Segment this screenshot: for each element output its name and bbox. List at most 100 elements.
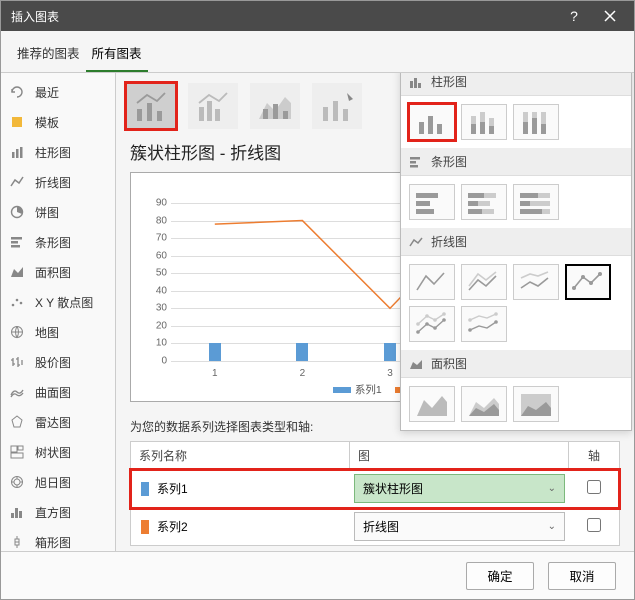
titlebar: 插入图表 ? [1, 1, 634, 31]
sidebar-item-radar[interactable]: 雷达图 [1, 407, 115, 437]
combo-subtype-custom[interactable] [312, 83, 362, 129]
sidebar-item-map[interactable]: 地图 [1, 317, 115, 347]
picker-section-label: 折线图 [431, 233, 467, 250]
sidebar-item-area[interactable]: 面积图 [1, 257, 115, 287]
series-swatch [141, 520, 149, 534]
picker-thumb-100-stacked-column[interactable] [513, 104, 559, 140]
series-type-select-2[interactable]: 折线图⌄ [354, 512, 565, 541]
combo-subtype-3[interactable] [250, 83, 300, 129]
sidebar-item-label: X Y 散点图 [35, 294, 93, 311]
sidebar-item-surface[interactable]: 曲面图 [1, 377, 115, 407]
sidebar-item-histogram[interactable]: 直方图 [1, 497, 115, 527]
sidebar-item-label: 树状图 [35, 444, 71, 461]
close-button[interactable] [592, 1, 628, 31]
template-icon [9, 114, 25, 130]
series-secondary-axis-checkbox-1[interactable] [587, 480, 601, 494]
area-icon [409, 358, 423, 370]
sidebar-item-bar[interactable]: 条形图 [1, 227, 115, 257]
line-icon [9, 174, 25, 190]
category-sidebar: 最近 模板 柱形图 折线图 饼图 条形图 面积图 X Y 散点图 地图 股价图 … [1, 73, 116, 551]
sidebar-item-label: 股价图 [35, 354, 71, 371]
window-title: 插入图表 [7, 8, 556, 25]
insert-chart-dialog: 插入图表 ? 推荐的图表 所有图表 最近 模板 柱形图 折线图 饼图 条形图 面… [0, 0, 635, 600]
combo-subtype-clustered-column-line[interactable] [126, 83, 176, 129]
series-type-select-1[interactable]: 簇状柱形图 ⌄ [354, 474, 565, 503]
sidebar-item-label: 箱形图 [35, 534, 71, 551]
picker-thumb-stacked-area[interactable] [461, 386, 507, 422]
picker-thumb-clustered-bar[interactable] [409, 184, 455, 220]
help-button[interactable]: ? [556, 1, 592, 31]
picker-thumb-100-stacked-line[interactable] [513, 264, 559, 300]
column-icon [409, 76, 423, 88]
combo-subtype-2-icon [193, 89, 233, 123]
cancel-button[interactable]: 取消 [548, 562, 616, 590]
combo-subtype-3-icon [255, 89, 295, 123]
picker-thumb-line-markers[interactable] [565, 264, 611, 300]
series-name-label: 系列2 [157, 518, 188, 535]
ok-button[interactable]: 确定 [466, 562, 534, 590]
sidebar-item-column[interactable]: 柱形图 [1, 137, 115, 167]
sidebar-item-pie[interactable]: 饼图 [1, 197, 115, 227]
picker-section-line: 折线图 [401, 228, 631, 256]
main-panel: 簇状柱形图 - 折线图 图表标题 01020304050607080901234… [116, 73, 634, 551]
sidebar-item-label: 面积图 [35, 264, 71, 281]
sidebar-item-sunburst[interactable]: 旭日图 [1, 467, 115, 497]
sidebar-item-treemap[interactable]: 树状图 [1, 437, 115, 467]
series-table-header: 系列名称 图 轴 [131, 442, 619, 470]
picker-thumb-stacked-bar[interactable] [461, 184, 507, 220]
picker-thumb-area[interactable] [409, 386, 455, 422]
legend-swatch-1 [333, 387, 351, 393]
chevron-down-icon: ⌄ [548, 483, 556, 494]
dialog-body: 最近 模板 柱形图 折线图 饼图 条形图 面积图 X Y 散点图 地图 股价图 … [1, 72, 634, 551]
legend-label-1: 系列1 [355, 384, 382, 396]
sidebar-item-label: 曲面图 [35, 384, 71, 401]
picker-thumb-clustered-column[interactable] [409, 104, 455, 140]
sidebar-item-label: 柱形图 [35, 144, 71, 161]
picker-thumb-line[interactable] [409, 264, 455, 300]
sidebar-item-label: 折线图 [35, 174, 71, 191]
sidebar-item-line[interactable]: 折线图 [1, 167, 115, 197]
scatter-icon [9, 294, 25, 310]
picker-thumb-stacked-line-markers[interactable] [409, 306, 455, 342]
series-type-value: 簇状柱形图 [363, 480, 423, 497]
sidebar-item-label: 地图 [35, 324, 59, 341]
surface-icon [9, 384, 25, 400]
series-name-label: 系列1 [157, 480, 188, 497]
sidebar-item-stock[interactable]: 股价图 [1, 347, 115, 377]
series-swatch [141, 482, 149, 496]
picker-section-bar: 条形图 [401, 148, 631, 176]
combo-subtype-2[interactable] [188, 83, 238, 129]
picker-section-label: 面积图 [431, 355, 467, 372]
sidebar-item-recent[interactable]: 最近 [1, 77, 115, 107]
combo-subtype-custom-icon [317, 89, 357, 123]
picker-thumb-stacked-line[interactable] [461, 264, 507, 300]
sidebar-item-template[interactable]: 模板 [1, 107, 115, 137]
picker-thumb-100-stacked-bar[interactable] [513, 184, 559, 220]
tab-recommended[interactable]: 推荐的图表 [11, 37, 86, 72]
series-row-2[interactable]: 系列2 折线图⌄ [131, 508, 619, 545]
treemap-icon [9, 444, 25, 460]
sidebar-item-label: 饼图 [35, 204, 59, 221]
picker-thumb-100-stacked-line-markers[interactable] [461, 306, 507, 342]
col-series-name: 系列名称 [131, 442, 350, 470]
picker-section-label: 柱形图 [431, 73, 467, 90]
series-row-1[interactable]: 系列1 簇状柱形图 ⌄ [131, 470, 619, 508]
pie-icon [9, 204, 25, 220]
picker-thumb-stacked-column[interactable] [461, 104, 507, 140]
sidebar-item-label: 条形图 [35, 234, 71, 251]
col-secondary-axis: 轴 [569, 442, 619, 470]
picker-section-column: 柱形图 [401, 73, 631, 96]
column-icon [9, 144, 25, 160]
picker-thumb-100-stacked-area[interactable] [513, 386, 559, 422]
sidebar-item-scatter[interactable]: X Y 散点图 [1, 287, 115, 317]
chart-type-picker-panel: 柱形图 条形图 折线图 [400, 73, 632, 431]
chevron-down-icon: ⌄ [548, 521, 556, 532]
tab-all-charts[interactable]: 所有图表 [86, 37, 148, 72]
sidebar-item-label: 模板 [35, 114, 59, 131]
bar-icon [409, 156, 423, 168]
sunburst-icon [9, 474, 25, 490]
recent-icon [9, 84, 25, 100]
sidebar-item-boxplot[interactable]: 箱形图 [1, 527, 115, 551]
map-icon [9, 324, 25, 340]
series-secondary-axis-checkbox-2[interactable] [587, 518, 601, 532]
